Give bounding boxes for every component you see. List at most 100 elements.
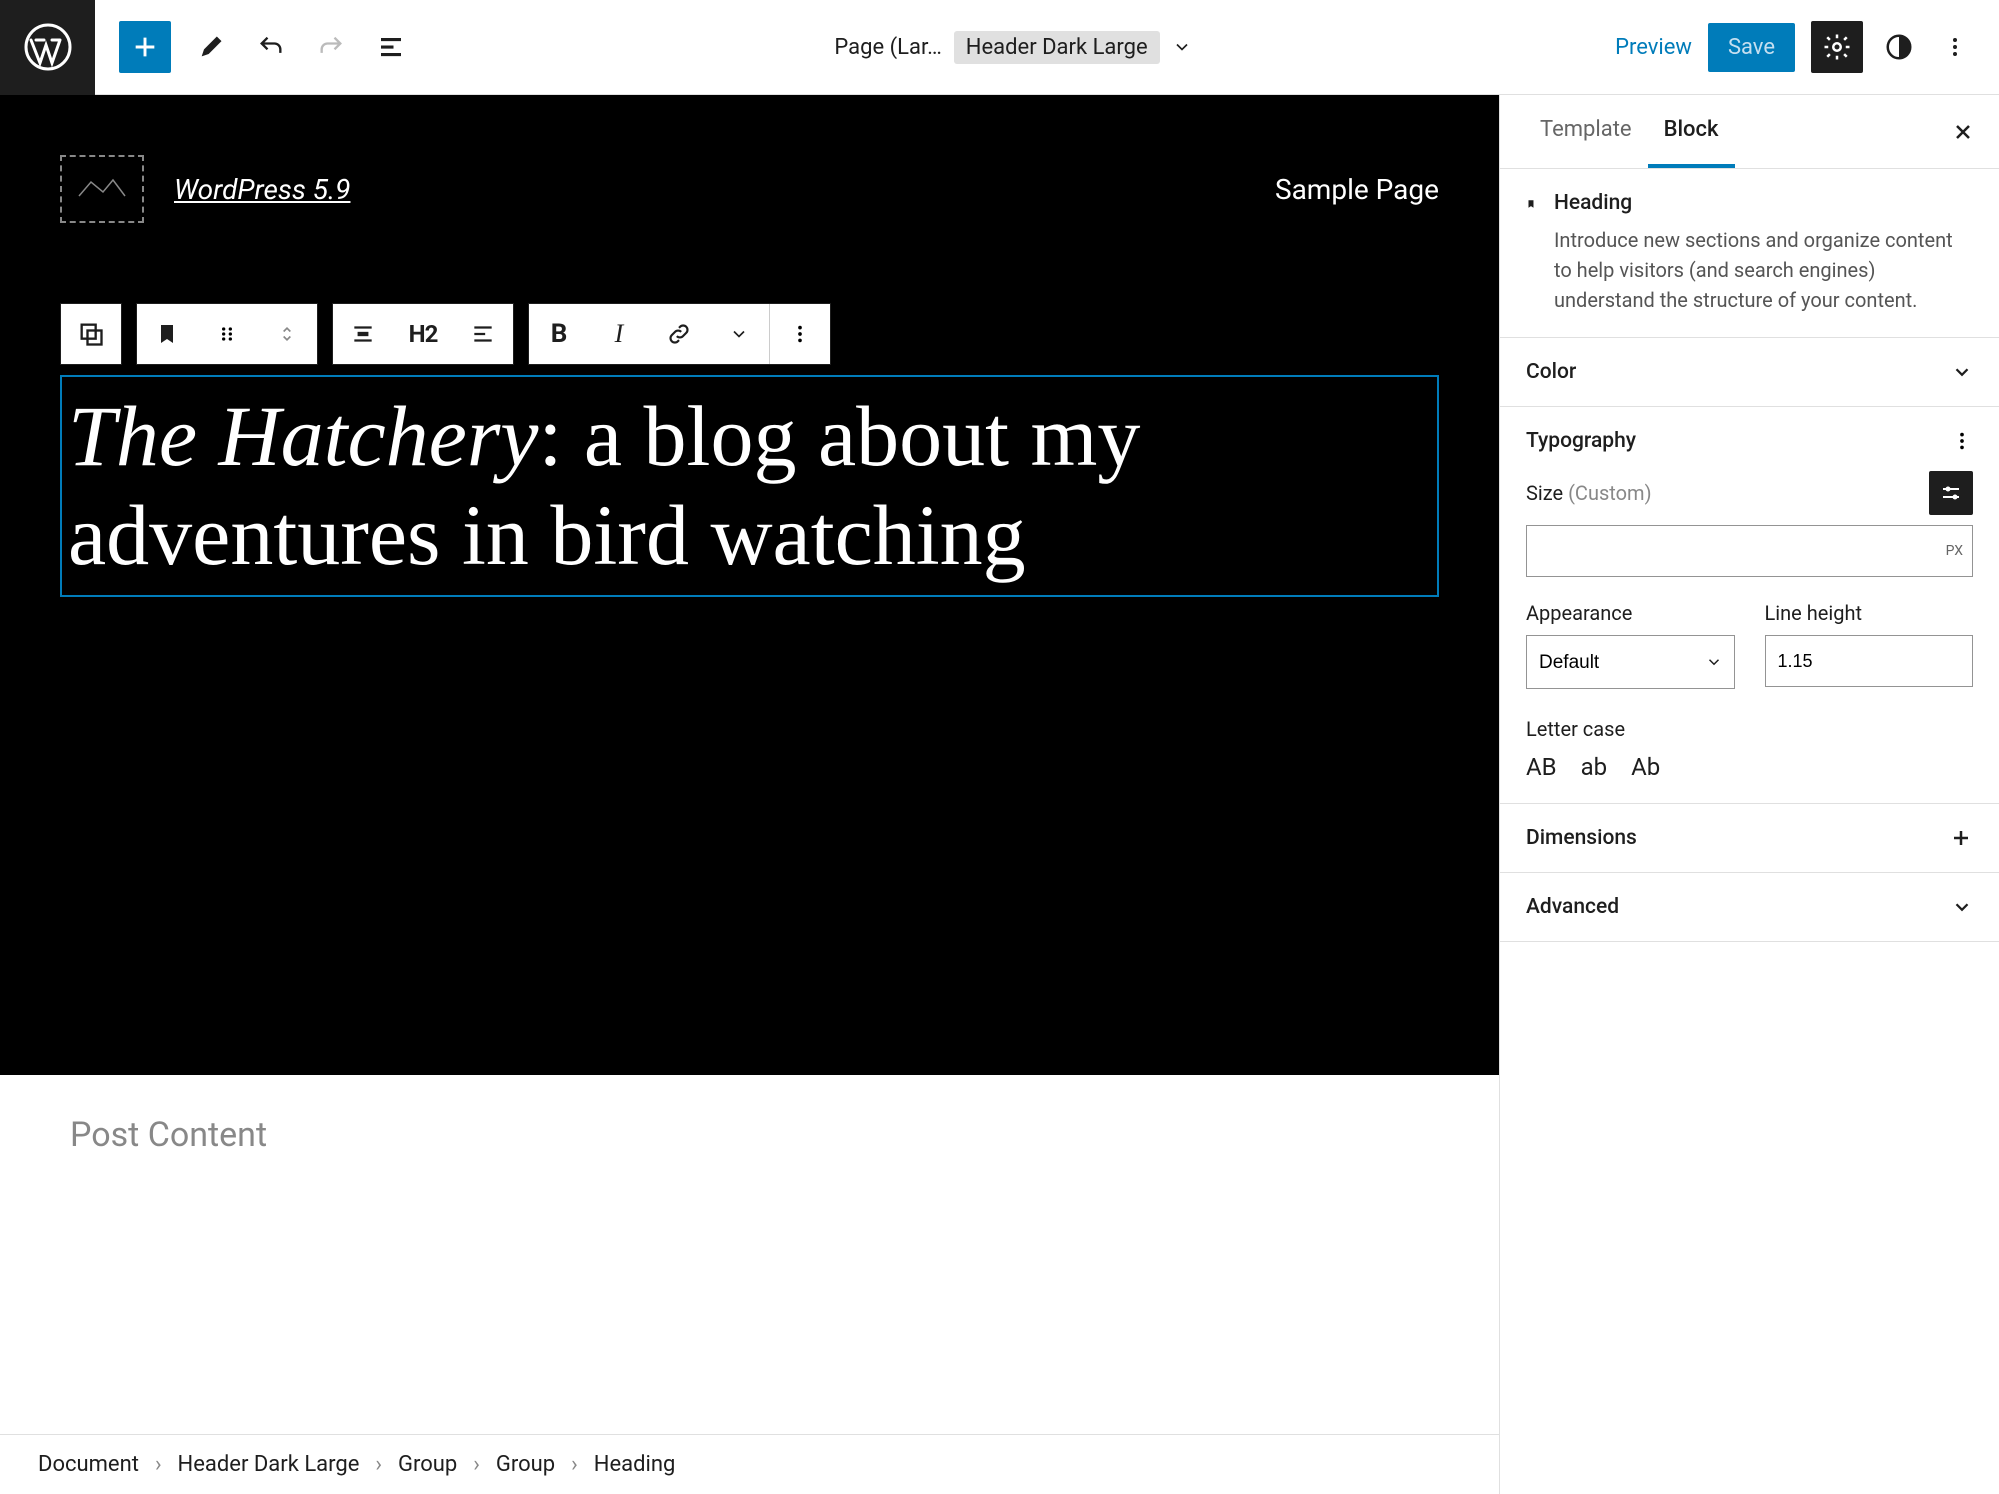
post-content-block[interactable]: Post Content: [0, 1075, 1499, 1195]
color-panel[interactable]: Color: [1500, 338, 1999, 407]
chevron-down-icon: [1951, 896, 1973, 918]
dimensions-panel[interactable]: Dimensions: [1500, 804, 1999, 873]
breadcrumb echo-item[interactable]: Document: [38, 1452, 139, 1477]
link-button[interactable]: [649, 304, 709, 364]
text-align-button[interactable]: [453, 304, 513, 364]
drag-handle[interactable]: [197, 304, 257, 364]
undo-button[interactable]: [251, 27, 291, 67]
chevron-down-icon: [1172, 37, 1192, 57]
settings-button[interactable]: [1811, 21, 1863, 73]
chevron-down-icon: [729, 324, 749, 344]
breadcrumb-item[interactable]: Header Dark Large: [178, 1452, 360, 1477]
appearance-label: Appearance: [1526, 601, 1735, 625]
line-height-input[interactable]: [1765, 635, 1974, 687]
more-options-button[interactable]: [1935, 27, 1975, 67]
letter-case-uppercase[interactable]: AB: [1526, 753, 1557, 781]
breadcrumb-item[interactable]: Group: [398, 1452, 457, 1477]
italic-button[interactable]: I: [589, 304, 649, 364]
advanced-panel[interactable]: Advanced: [1500, 873, 1999, 942]
block-toolbar: H2 B I: [60, 303, 1439, 365]
block-more-options-button[interactable]: [770, 304, 830, 364]
document-type-label: Page (Lar…: [834, 35, 941, 60]
letter-case-label: Letter case: [1526, 717, 1973, 741]
line-height-label: Line height: [1765, 601, 1974, 625]
align-button[interactable]: [333, 304, 393, 364]
heading-text[interactable]: The Hatchery: a blog about my adventures…: [62, 377, 1437, 595]
letter-case-capitalize[interactable]: Ab: [1631, 753, 1660, 781]
select-parent-button[interactable]: [61, 304, 121, 364]
save-button[interactable]: Save: [1708, 23, 1795, 72]
sliders-icon: [1939, 481, 1963, 505]
bold-button[interactable]: B: [529, 304, 589, 364]
list-view-button[interactable]: [371, 27, 411, 67]
heading-block-icon-button[interactable]: [137, 304, 197, 364]
tab-template[interactable]: Template: [1524, 95, 1648, 168]
nav-link-sample-page[interactable]: Sample Page: [1275, 173, 1439, 206]
more-vertical-icon: [789, 323, 811, 345]
breadcrumb-item[interactable]: Group: [496, 1452, 555, 1477]
list-view-icon: [376, 32, 406, 62]
move-up-down-button[interactable]: [257, 304, 317, 364]
block-breadcrumb: Document › Header Dark Large › Group › G…: [0, 1434, 1499, 1494]
align-icon: [350, 321, 376, 347]
font-size-input[interactable]: [1526, 525, 1973, 577]
undo-icon: [257, 33, 285, 61]
chevron-down-icon: [1951, 361, 1973, 383]
letter-case-lowercase[interactable]: ab: [1581, 753, 1608, 781]
breadcrumb-item[interactable]: Heading: [594, 1452, 676, 1477]
header-dark-large-block: WordPress 5.9 Sample Page: [0, 95, 1499, 1075]
typography-panel: Typography Size (Custom) PX: [1500, 407, 1999, 804]
more-vertical-icon: [1951, 430, 1973, 452]
size-unit-label[interactable]: PX: [1946, 543, 1963, 559]
heading-block-selected[interactable]: The Hatchery: a blog about my adventures…: [60, 375, 1439, 597]
size-preset-toggle[interactable]: [1929, 471, 1973, 515]
close-sidebar-button[interactable]: [1951, 120, 1975, 144]
wordpress-logo[interactable]: [0, 0, 95, 95]
text-align-left-icon: [470, 321, 496, 347]
more-rich-text-button[interactable]: [709, 304, 769, 364]
appearance-select[interactable]: Default: [1526, 635, 1735, 689]
close-icon: [1951, 120, 1975, 144]
block-info-panel: Heading Introduce new sections and organ…: [1500, 169, 1999, 338]
template-dropdown[interactable]: [1172, 37, 1192, 57]
preview-button[interactable]: Preview: [1615, 35, 1692, 60]
breadcrumb-separator: ›: [375, 1452, 382, 1477]
site-logo-placeholder[interactable]: [60, 155, 144, 223]
document-info: Page (Lar… Header Dark Large: [435, 31, 1591, 64]
pencil-icon: [197, 33, 225, 61]
breadcrumb-separator: ›: [473, 1452, 480, 1477]
more-vertical-icon: [1943, 35, 1967, 59]
plus-icon: [1949, 826, 1973, 850]
redo-button[interactable]: [311, 27, 351, 67]
link-icon: [666, 321, 692, 347]
image-placeholder-icon: [77, 174, 127, 204]
tab-block[interactable]: Block: [1648, 95, 1735, 168]
block-type-description: Introduce new sections and organize cont…: [1554, 225, 1973, 315]
wordpress-icon: [24, 23, 72, 71]
panel-label: Advanced: [1526, 895, 1619, 919]
drag-icon: [217, 324, 237, 344]
panel-label: Color: [1526, 360, 1576, 384]
settings-sidebar: Template Block Heading Introduce new sec…: [1499, 95, 1999, 1494]
bookmark-icon: [155, 322, 179, 346]
breadcrumb-separator: ›: [155, 1452, 162, 1477]
breadcrumb-separator: ›: [571, 1452, 578, 1477]
plus-icon: [131, 33, 159, 61]
panel-label: Dimensions: [1526, 826, 1637, 850]
size-label: Size (Custom): [1526, 481, 1652, 505]
block-type-title: Heading: [1554, 191, 1973, 215]
template-name-badge[interactable]: Header Dark Large: [954, 31, 1160, 64]
top-toolbar: Page (Lar… Header Dark Large Preview Sav…: [0, 0, 1999, 95]
contrast-icon: [1884, 32, 1914, 62]
typography-options-button[interactable]: [1951, 430, 1973, 452]
heading-level-button[interactable]: H2: [393, 304, 453, 364]
bookmark-icon: [1526, 191, 1536, 217]
styles-button[interactable]: [1879, 27, 1919, 67]
add-block-button[interactable]: [119, 21, 171, 73]
redo-icon: [317, 33, 345, 61]
chevron-up-down-icon: [277, 320, 297, 348]
site-title[interactable]: WordPress 5.9: [174, 173, 1275, 206]
panel-label: Typography: [1526, 429, 1636, 453]
edit-mode-button[interactable]: [191, 27, 231, 67]
editor-canvas: WordPress 5.9 Sample Page: [0, 95, 1499, 1434]
